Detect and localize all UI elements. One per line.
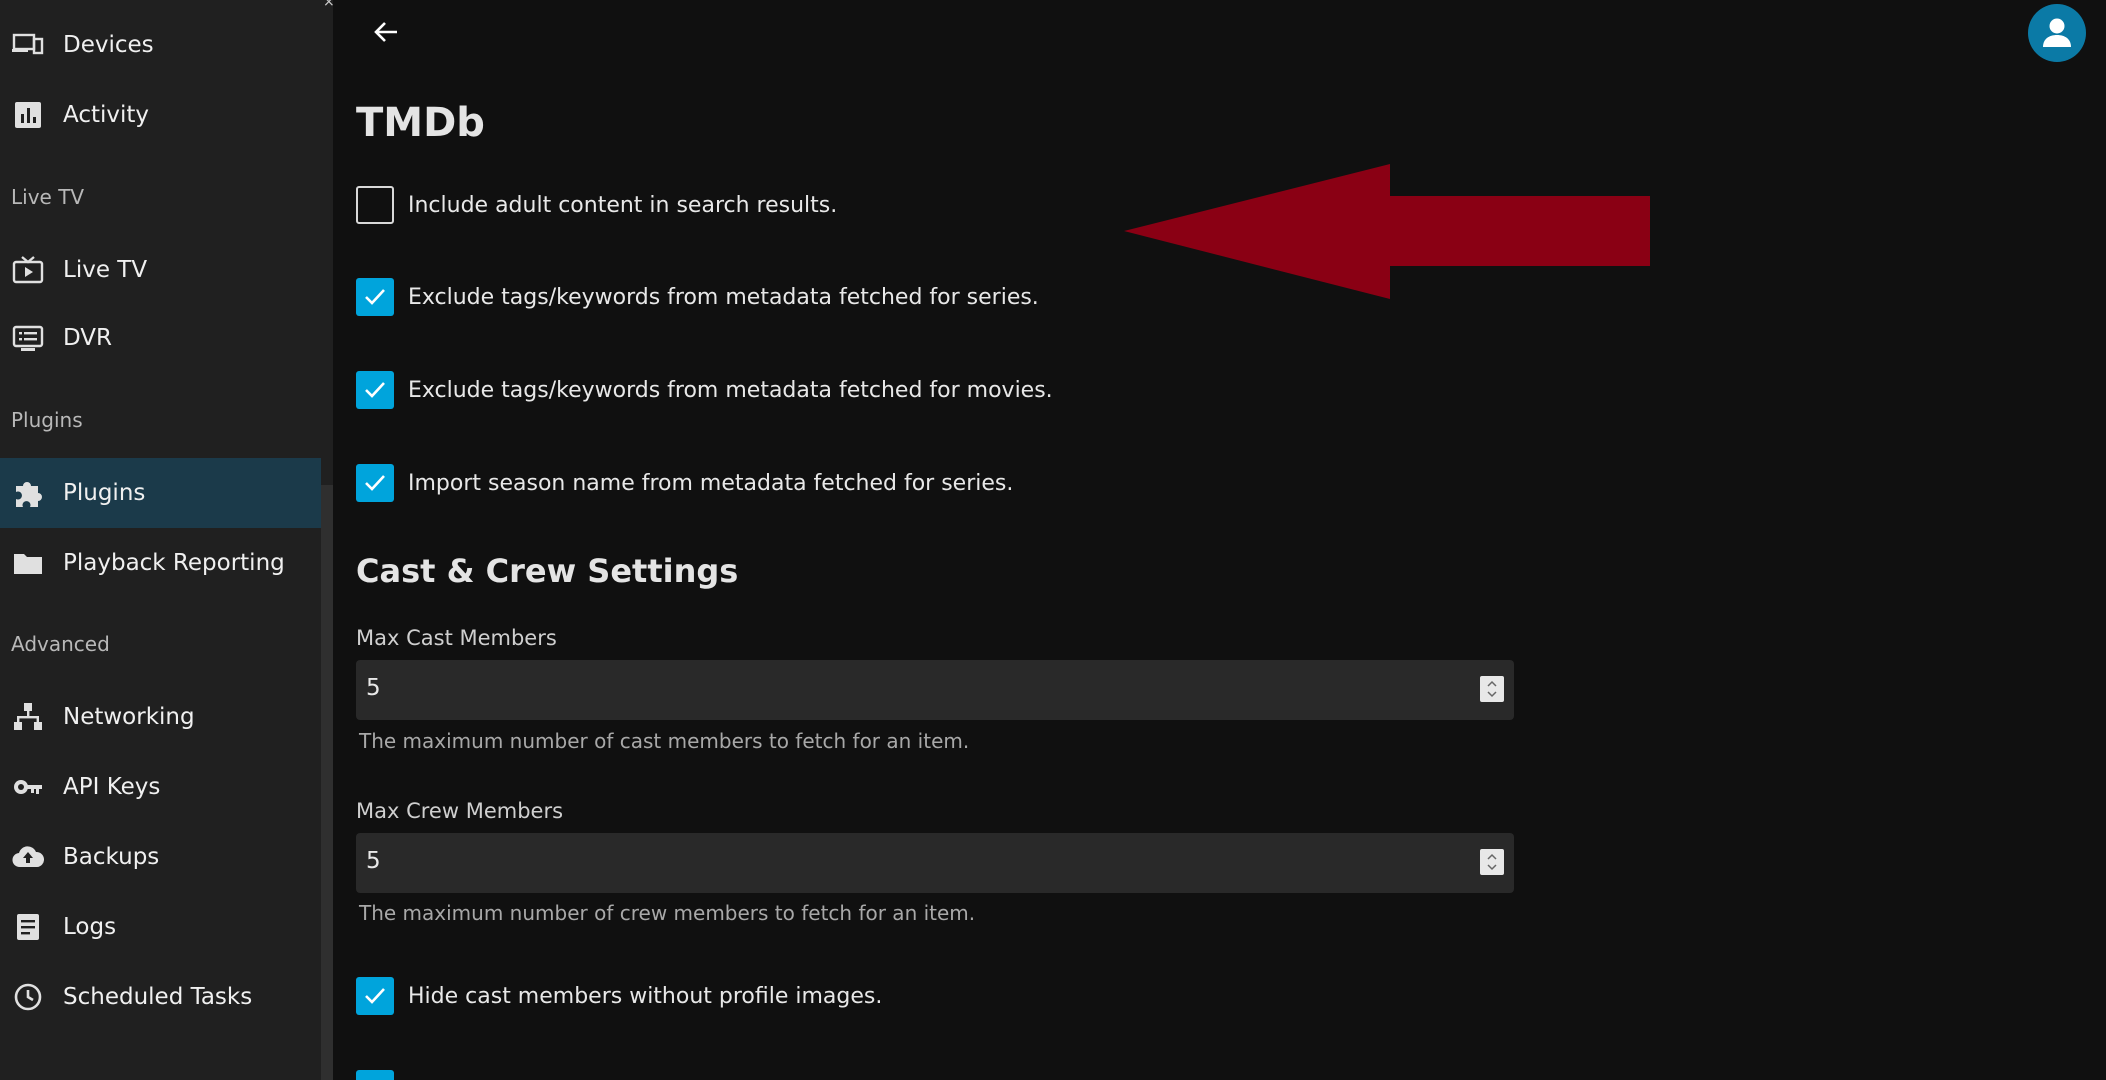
sidebar-item-label: Live TV: [63, 257, 148, 283]
spinner-arrows-icon: [1487, 680, 1497, 698]
max-crew-input[interactable]: 5: [356, 833, 1514, 893]
checkbox-label: Hide cast members without profile images…: [408, 983, 883, 1009]
sidebar-item-label: Plugins: [63, 480, 146, 506]
folder-icon: [12, 547, 44, 579]
sidebar-item-label: Playback Reporting: [63, 550, 285, 576]
max-cast-label: Max Cast Members: [356, 626, 557, 650]
sidebar-item-playback-reporting[interactable]: Playback Reporting: [0, 528, 321, 598]
sidebar-item-activity[interactable]: Activity: [0, 80, 321, 150]
user-avatar-button[interactable]: [2028, 4, 2086, 62]
max-crew-value: 5: [366, 848, 381, 874]
sidebar-item-api-keys[interactable]: API Keys: [0, 752, 321, 822]
max-crew-help: The maximum number of crew members to fe…: [359, 901, 976, 925]
option-partially-visible[interactable]: [356, 1068, 394, 1080]
sidebar-item-label: Backups: [63, 844, 160, 870]
sidebar-item-networking[interactable]: Networking: [0, 682, 321, 752]
sidebar-item-plugins[interactable]: Plugins: [0, 458, 321, 528]
sidebar-item-label: Devices: [63, 32, 154, 58]
option-import-season-name[interactable]: Import season name from metadata fetched…: [356, 462, 1013, 504]
checkbox-label: Exclude tags/keywords from metadata fetc…: [408, 377, 1053, 403]
sidebar-item-label: Scheduled Tasks: [63, 984, 253, 1010]
sidebar-item-label: API Keys: [63, 774, 161, 800]
sidebar-section-live-tv: Live TV: [11, 185, 85, 209]
cloud-upload-icon: [12, 841, 44, 873]
cast-crew-heading: Cast & Crew Settings: [356, 552, 739, 590]
option-exclude-tags-movies[interactable]: Exclude tags/keywords from metadata fetc…: [356, 369, 1053, 411]
sidebar-item-scheduled-tasks[interactable]: Scheduled Tasks: [0, 962, 321, 1032]
close-icon[interactable]: ×: [323, 0, 335, 10]
checkbox-label: Import season name from metadata fetched…: [408, 470, 1014, 496]
number-spinner[interactable]: [1480, 676, 1504, 702]
network-icon: [12, 701, 44, 733]
checkbox-label: Include adult content in search results.: [408, 192, 838, 218]
app-page: × Devices Activity Live TV Live TV DVR P…: [0, 0, 2106, 1080]
sidebar-item-label: Networking: [63, 704, 195, 730]
exclude-tags-movies-checkbox[interactable]: [356, 371, 394, 409]
devices-icon: [12, 29, 44, 61]
back-button[interactable]: [368, 14, 404, 50]
number-spinner[interactable]: [1480, 849, 1504, 875]
hide-cast-checkbox[interactable]: [356, 977, 394, 1015]
sidebar-item-live-tv[interactable]: Live TV: [0, 235, 321, 305]
sidebar-item-label: DVR: [63, 325, 113, 351]
exclude-tags-series-checkbox[interactable]: [356, 278, 394, 316]
max-crew-label: Max Crew Members: [356, 799, 564, 823]
max-cast-input[interactable]: 5: [356, 660, 1514, 720]
sidebar-item-label: Activity: [63, 102, 150, 128]
arrow-left-icon: [374, 22, 397, 42]
max-cast-value: 5: [366, 675, 381, 701]
clock-icon: [12, 981, 44, 1013]
sidebar-scrollbar[interactable]: [321, 485, 333, 1080]
annotation-arrow-icon: [1124, 164, 1650, 299]
bar-chart-icon: [12, 99, 44, 131]
include-adult-checkbox[interactable]: [356, 186, 394, 224]
checkmark-icon: [365, 382, 385, 398]
sidebar-item-backups[interactable]: Backups: [0, 822, 321, 892]
sidebar-section-plugins: Plugins: [11, 408, 83, 432]
max-cast-help: The maximum number of cast members to fe…: [359, 729, 970, 753]
sidebar-item-dvr[interactable]: DVR: [0, 303, 321, 373]
sidebar-section-advanced: Advanced: [11, 632, 110, 656]
sidebar-item-devices[interactable]: Devices: [0, 10, 321, 80]
import-season-name-checkbox[interactable]: [356, 464, 394, 502]
key-icon: [12, 771, 44, 803]
option-include-adult[interactable]: Include adult content in search results.: [356, 184, 837, 226]
dvr-icon: [12, 322, 44, 354]
checkmark-icon: [365, 475, 385, 491]
puzzle-icon: [12, 477, 44, 509]
partial-checkbox[interactable]: [356, 1070, 394, 1080]
sidebar: × Devices Activity Live TV Live TV DVR P…: [0, 0, 335, 1080]
checkbox-label: Exclude tags/keywords from metadata fetc…: [408, 284, 1039, 310]
option-hide-cast-without-images[interactable]: Hide cast members without profile images…: [356, 975, 882, 1017]
tv-play-icon: [12, 254, 44, 286]
sidebar-item-label: Logs: [63, 914, 117, 940]
checkmark-icon: [365, 289, 385, 305]
document-icon: [12, 911, 44, 943]
user-icon: [2043, 18, 2071, 47]
checkmark-icon: [365, 988, 385, 1004]
option-exclude-tags-series[interactable]: Exclude tags/keywords from metadata fetc…: [356, 276, 1039, 318]
page-title: TMDb: [356, 100, 485, 146]
spinner-arrows-icon: [1487, 853, 1497, 871]
sidebar-item-logs[interactable]: Logs: [0, 892, 321, 962]
